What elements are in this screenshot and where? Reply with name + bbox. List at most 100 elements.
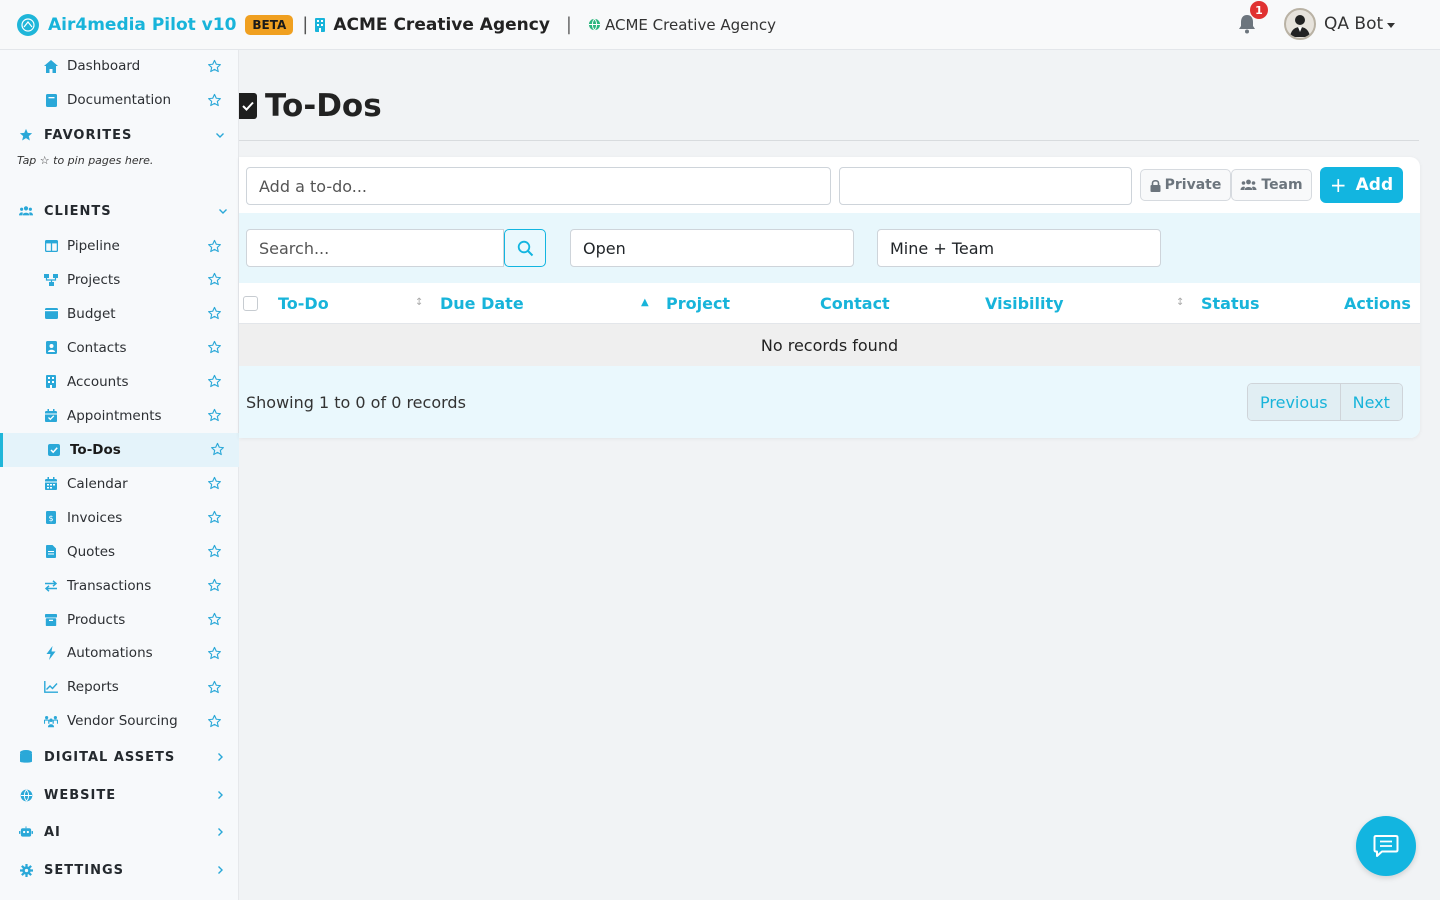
sidebar-item-calendar[interactable]: Calendar bbox=[0, 467, 239, 501]
star-icon[interactable] bbox=[207, 239, 222, 254]
sidebar-item-transactions[interactable]: Transactions bbox=[0, 569, 239, 603]
file-icon bbox=[44, 545, 58, 559]
sidebar-item-pipeline[interactable]: Pipeline bbox=[0, 229, 239, 263]
star-icon[interactable] bbox=[207, 476, 222, 491]
star-icon[interactable] bbox=[207, 340, 222, 355]
column-header-due-date[interactable]: Due Date bbox=[440, 294, 524, 313]
caret-down-icon bbox=[1387, 22, 1396, 28]
filter-bar: Search... Open Mine + Team bbox=[239, 213, 1420, 283]
column-header-contact[interactable]: Contact bbox=[820, 294, 890, 313]
lock-icon bbox=[1150, 179, 1161, 192]
sidebar-item-dashboard[interactable]: Dashboard bbox=[0, 49, 239, 83]
sidebar-section-website[interactable]: WEBSITE bbox=[0, 778, 239, 812]
star-icon[interactable] bbox=[207, 612, 222, 627]
star-icon[interactable] bbox=[207, 59, 222, 74]
sidebar-section-clients[interactable]: CLIENTS bbox=[0, 194, 239, 228]
sidebar-item-vendor-sourcing[interactable]: Vendor Sourcing bbox=[0, 704, 239, 738]
chat-button[interactable] bbox=[1356, 816, 1416, 876]
owner-filter-select[interactable]: Mine + Team bbox=[877, 229, 1161, 267]
add-button-label: Add bbox=[1355, 175, 1394, 195]
chevron-right-icon bbox=[218, 791, 223, 799]
sidebar-item-label: Automations bbox=[67, 645, 153, 662]
search-input[interactable]: Search... bbox=[246, 229, 504, 267]
records-info: Showing 1 to 0 of 0 records bbox=[246, 393, 466, 412]
sidebar-item-contacts[interactable]: Contacts bbox=[0, 331, 239, 365]
column-header-visibility[interactable]: Visibility bbox=[985, 294, 1064, 313]
empty-table-message: No records found bbox=[239, 324, 1420, 366]
star-icon[interactable] bbox=[207, 510, 222, 525]
sidebar-item-automations[interactable]: Automations bbox=[0, 636, 239, 670]
sidebar-item-reports[interactable]: Reports bbox=[0, 670, 239, 704]
users-icon bbox=[1240, 179, 1257, 190]
due-date-input[interactable] bbox=[839, 167, 1132, 205]
building-icon bbox=[315, 17, 326, 32]
search-button[interactable] bbox=[504, 229, 546, 267]
sidebar-item-to-dos[interactable]: To-Dos bbox=[0, 432, 239, 467]
star-icon[interactable] bbox=[207, 578, 222, 593]
owner-filter-value: Mine + Team bbox=[890, 238, 995, 258]
sidebar-section-ai[interactable]: AI bbox=[0, 815, 239, 849]
status-filter-select[interactable]: Open bbox=[570, 229, 854, 267]
add-todo-input[interactable]: Add a to-do... bbox=[246, 167, 831, 205]
beta-badge: BETA bbox=[245, 14, 294, 35]
chart-line-icon bbox=[44, 680, 58, 694]
add-todo-button[interactable]: + Add bbox=[1320, 167, 1403, 203]
app-logo-icon[interactable] bbox=[17, 13, 39, 36]
star-icon[interactable] bbox=[207, 93, 222, 108]
sidebar-section-digital-assets[interactable]: DIGITAL ASSETS bbox=[0, 740, 239, 774]
star-icon[interactable] bbox=[207, 374, 222, 389]
sidebar-section-settings[interactable]: SETTINGS bbox=[0, 853, 239, 887]
star-icon[interactable] bbox=[207, 408, 222, 423]
search-icon bbox=[517, 240, 533, 256]
app-name[interactable]: Air4media Pilot v10 bbox=[48, 15, 236, 35]
sidebar-item-label: Projects bbox=[67, 271, 121, 288]
sidebar-item-accounts[interactable]: Accounts bbox=[0, 365, 239, 399]
box-icon bbox=[44, 613, 58, 627]
previous-page-button[interactable]: Previous bbox=[1248, 384, 1341, 420]
select-all-checkbox[interactable] bbox=[243, 296, 258, 311]
people-icon bbox=[44, 714, 58, 728]
star-icon[interactable] bbox=[207, 680, 222, 695]
sidebar-item-projects[interactable]: Projects bbox=[0, 263, 239, 297]
star-icon[interactable] bbox=[210, 442, 225, 457]
star-icon[interactable] bbox=[207, 272, 222, 287]
user-menu[interactable]: QA Bot bbox=[1284, 8, 1396, 40]
sidebar-item-appointments[interactable]: Appointments bbox=[0, 399, 239, 433]
search-placeholder: Search... bbox=[259, 238, 330, 258]
column-header-status[interactable]: Status bbox=[1201, 294, 1260, 313]
section-label: FAVORITES bbox=[44, 127, 133, 143]
globe-icon bbox=[19, 788, 33, 802]
sidebar-item-quotes[interactable]: Quotes bbox=[0, 535, 239, 569]
star-icon[interactable] bbox=[207, 714, 222, 729]
page-header: To-Dos bbox=[239, 88, 382, 124]
sidebar-item-budget[interactable]: Budget bbox=[0, 297, 239, 331]
workspace-switcher[interactable]: ACME Creative Agency bbox=[588, 16, 776, 34]
column-header-todo[interactable]: To-Do bbox=[278, 294, 329, 313]
bolt-icon bbox=[44, 646, 58, 661]
star-icon[interactable] bbox=[207, 306, 222, 321]
visibility-private-button[interactable]: Private bbox=[1140, 169, 1231, 201]
next-page-button[interactable]: Next bbox=[1340, 384, 1402, 420]
top-navbar: Air4media Pilot v10 BETA | ACME Creative… bbox=[0, 0, 1440, 50]
notifications-button[interactable]: 1 bbox=[1238, 1, 1268, 38]
divider bbox=[239, 140, 1419, 141]
wallet-icon bbox=[44, 307, 58, 321]
star-icon[interactable] bbox=[207, 646, 222, 661]
column-header-project[interactable]: Project bbox=[666, 294, 730, 313]
sidebar-item-label: Invoices bbox=[67, 509, 123, 526]
organization-switcher[interactable]: ACME Creative Agency bbox=[314, 15, 550, 35]
sidebar-item-label: Quotes bbox=[67, 543, 116, 560]
section-label: WEBSITE bbox=[44, 787, 117, 803]
users-icon bbox=[19, 204, 33, 218]
star-icon[interactable] bbox=[207, 544, 222, 559]
sort-icon: ↕ bbox=[415, 297, 424, 308]
sidebar-item-documentation[interactable]: Documentation bbox=[0, 83, 239, 117]
globe-icon bbox=[588, 18, 601, 31]
sidebar-section-favorites[interactable]: FAVORITES bbox=[0, 118, 239, 152]
book-icon bbox=[44, 93, 58, 107]
robot-icon bbox=[19, 825, 33, 839]
sidebar-item-invoices[interactable]: $ Invoices bbox=[0, 501, 239, 535]
visibility-team-button[interactable]: Team bbox=[1231, 169, 1312, 201]
chevron-right-icon bbox=[218, 828, 223, 836]
sidebar-item-products[interactable]: Products bbox=[0, 603, 239, 637]
